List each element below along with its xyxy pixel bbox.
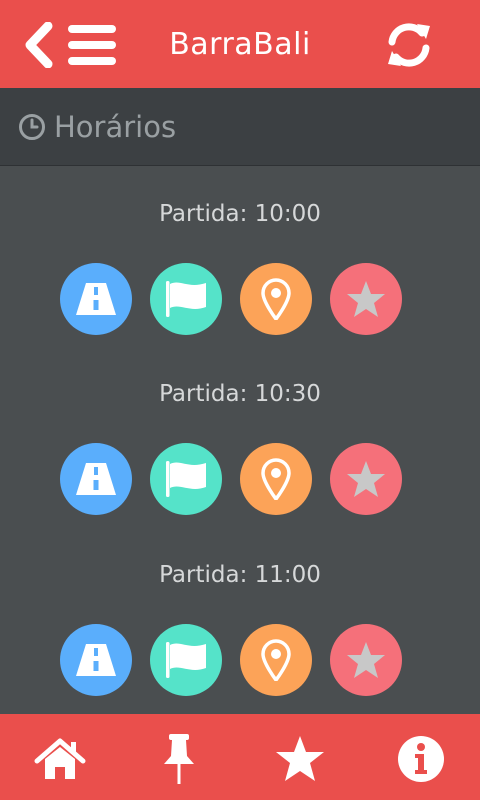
- list-item: Partida: 11:00: [0, 560, 480, 696]
- list-item: Partida: 10:00: [0, 199, 480, 335]
- nav-info-button[interactable]: [395, 732, 447, 786]
- route-button[interactable]: [60, 443, 132, 515]
- nav-home-button[interactable]: [34, 732, 86, 786]
- pin-icon: [164, 734, 194, 784]
- section-header: Horários: [0, 88, 480, 166]
- road-icon: [76, 644, 116, 676]
- back-menu-icon: [25, 21, 116, 69]
- location-button[interactable]: [240, 263, 312, 335]
- destination-button[interactable]: [150, 443, 222, 515]
- trip-actions: [60, 443, 402, 515]
- favorite-button[interactable]: [330, 624, 402, 696]
- location-button[interactable]: [240, 624, 312, 696]
- map-pin-icon: [261, 458, 291, 500]
- star-icon: [347, 281, 385, 317]
- refresh-button[interactable]: [384, 20, 434, 70]
- clock-icon: [19, 113, 45, 140]
- departure-time: Partida: 10:30: [159, 381, 321, 407]
- location-button[interactable]: [240, 443, 312, 515]
- road-icon: [76, 463, 116, 495]
- nav-pin-button[interactable]: [153, 732, 205, 786]
- departure-time: Partida: 10:00: [159, 201, 321, 227]
- info-icon: [398, 736, 444, 782]
- back-menu-button[interactable]: [22, 21, 118, 69]
- refresh-icon: [388, 23, 430, 67]
- destination-button[interactable]: [150, 263, 222, 335]
- star-icon: [347, 642, 385, 678]
- map-pin-icon: [261, 278, 291, 320]
- flag-icon: [166, 461, 206, 497]
- schedule-list: Partida: 10:00 Partida: 10:30 Partida: 1…: [0, 166, 480, 714]
- section-title: Horários: [54, 109, 177, 144]
- favorite-button[interactable]: [330, 263, 402, 335]
- list-item: Partida: 10:30: [0, 379, 480, 515]
- star-icon: [276, 736, 324, 781]
- flag-icon: [166, 281, 206, 317]
- bottom-navigation: [0, 714, 480, 800]
- trip-actions: [60, 263, 402, 335]
- nav-favorites-button[interactable]: [274, 732, 326, 786]
- destination-button[interactable]: [150, 624, 222, 696]
- star-icon: [347, 461, 385, 497]
- route-button[interactable]: [60, 624, 132, 696]
- departure-time: Partida: 11:00: [159, 562, 321, 588]
- app-title: BarraBali: [169, 26, 311, 62]
- home-icon: [34, 738, 86, 779]
- map-pin-icon: [261, 639, 291, 681]
- road-icon: [76, 283, 116, 315]
- route-button[interactable]: [60, 263, 132, 335]
- favorite-button[interactable]: [330, 443, 402, 515]
- flag-icon: [166, 642, 206, 678]
- top-app-bar: BarraBali: [0, 0, 480, 88]
- trip-actions: [60, 624, 402, 696]
